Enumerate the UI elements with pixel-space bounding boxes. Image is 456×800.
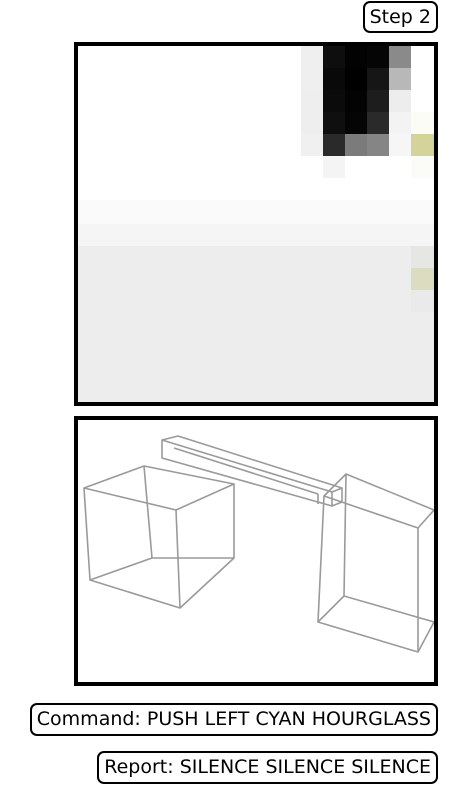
right-cube-wireframe: [317, 473, 434, 653]
bar-wireframe: [161, 435, 343, 507]
step-counter: Step 2: [362, 1, 438, 33]
observation-view: [74, 42, 438, 406]
command-label: Command: PUSH LEFT CYAN HOURGLASS: [29, 703, 438, 736]
pixel-observation: [78, 46, 434, 402]
scene-view: [74, 416, 438, 686]
left-cube-wireframe: [83, 465, 235, 609]
report-label: Report: SILENCE SILENCE SILENCE: [97, 751, 438, 784]
wireframe-scene: [83, 435, 434, 653]
accent-object-pixels: [411, 246, 434, 312]
